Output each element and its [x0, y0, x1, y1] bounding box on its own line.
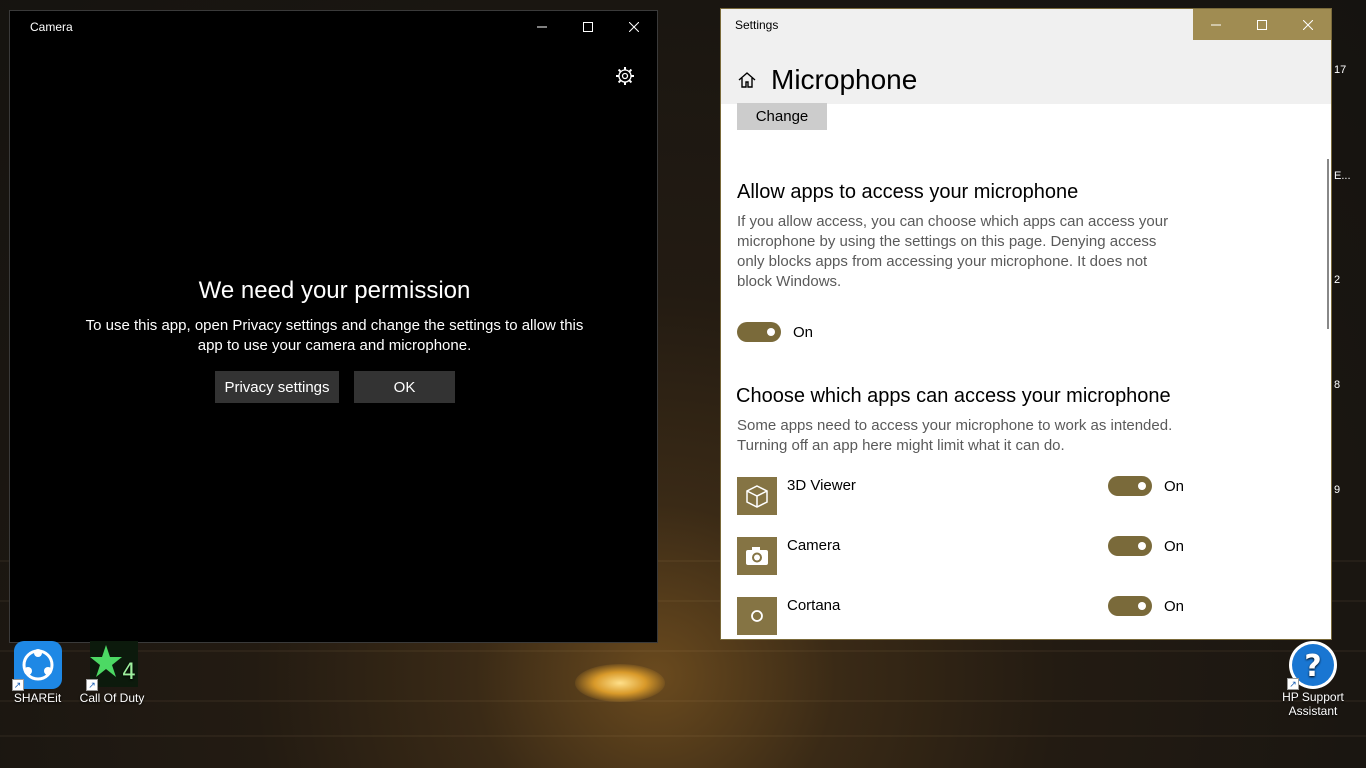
desktop-edge-label: 8 — [1334, 379, 1341, 391]
description-line: If you allow access, you can choose whic… — [737, 213, 1169, 230]
description-line: Turning off an app here might limit what… — [737, 437, 1065, 454]
desktop-icon-label: Assistant — [1288, 704, 1338, 718]
shortcut-arrow-icon: ↗ — [11, 679, 24, 691]
cortana-circle-icon — [737, 597, 777, 635]
shortcut-arrow-icon: ↗ — [1287, 678, 1299, 690]
close-icon — [1303, 19, 1313, 30]
desktop-edge-label: 9 — [1334, 484, 1341, 496]
shareit-icon: ↗ — [11, 641, 64, 691]
cube-icon — [737, 477, 777, 515]
close-button[interactable] — [1285, 9, 1331, 40]
maximize-button[interactable] — [565, 11, 611, 43]
call-of-duty-icon: 4 ↗ — [86, 641, 138, 691]
maximize-button[interactable] — [1239, 9, 1285, 40]
camera-icon — [737, 537, 777, 575]
app-toggle-cortana[interactable] — [1108, 596, 1152, 616]
minimize-icon — [537, 26, 547, 28]
app-toggle-label: On — [1164, 598, 1185, 615]
permission-text-line: To use this app, open Privacy settings a… — [85, 317, 584, 334]
close-icon — [629, 22, 639, 32]
settings-page-header: Microphone — [721, 40, 1331, 104]
permission-text-line: app to use your camera and microphone. — [197, 337, 472, 354]
desktop-icon-label: HP Support — [1282, 690, 1344, 704]
camera-window-controls — [519, 11, 657, 43]
help-icon: ? ↗ — [1287, 640, 1339, 690]
description-line: block Windows. — [737, 273, 842, 290]
allow-access-toggle-label: On — [793, 324, 814, 341]
allow-access-description: If you allow access, you can choose whic… — [737, 212, 1177, 292]
allow-access-heading: Allow apps to access your microphone — [737, 181, 1079, 203]
desktop-edge-label: 17 — [1334, 64, 1347, 76]
app-toggle-camera[interactable] — [1108, 536, 1152, 556]
settings-titlebar: Settings — [721, 9, 1331, 40]
change-button[interactable]: Change — [737, 103, 827, 130]
desktop-icon-label: Call Of Duty — [79, 691, 145, 705]
minimize-icon — [1211, 24, 1221, 25]
app-name: 3D Viewer — [787, 477, 856, 494]
choose-apps-description: Some apps need to access your microphone… — [737, 416, 1207, 456]
desktop-icon-shareit[interactable]: ↗ SHAREit — [10, 641, 65, 705]
settings-gear-icon[interactable] — [615, 66, 635, 86]
maximize-icon — [583, 22, 593, 32]
desktop-edge-label: 2 — [1334, 274, 1341, 286]
desktop-edge-label: E... — [1334, 170, 1351, 182]
choose-apps-heading: Choose which apps can access your microp… — [736, 385, 1171, 407]
desktop-icon-call-of-duty[interactable]: 4 ↗ Call Of Duty — [78, 641, 146, 705]
desktop-icon-label: SHAREit — [13, 691, 62, 705]
scrollbar[interactable] — [1327, 159, 1329, 329]
camera-window: Camera We need your permission To use th… — [9, 10, 658, 643]
camera-window-title: Camera — [30, 20, 73, 34]
app-toggle-3d-viewer[interactable] — [1108, 476, 1152, 496]
minimize-button[interactable] — [1193, 9, 1239, 40]
minimize-button[interactable] — [519, 11, 565, 43]
allow-access-toggle[interactable] — [737, 322, 781, 342]
desktop-icon-hp-support[interactable]: ? ↗ HP Support Assistant — [1276, 640, 1350, 718]
sun-reflection — [575, 664, 665, 702]
maximize-icon — [1257, 19, 1267, 30]
settings-window-controls — [1193, 9, 1331, 40]
description-line: microphone by using the settings on this… — [737, 233, 1157, 250]
svg-text:4: 4 — [122, 660, 136, 685]
privacy-settings-button[interactable]: Privacy settings — [215, 371, 339, 403]
app-name: Camera — [787, 537, 841, 554]
app-name: Cortana — [787, 597, 841, 614]
settings-window-title: Settings — [735, 18, 779, 32]
home-icon[interactable] — [737, 70, 757, 90]
permission-text: To use this app, open Privacy settings a… — [10, 316, 659, 356]
description-line: only blocks apps from accessing your mic… — [737, 253, 1148, 270]
ok-button[interactable]: OK — [354, 371, 455, 403]
close-button[interactable] — [611, 11, 657, 43]
app-toggle-label: On — [1164, 538, 1185, 555]
page-title: Microphone — [771, 64, 918, 95]
permission-title: We need your permission — [198, 277, 471, 304]
description-line: Some apps need to access your microphone… — [737, 417, 1173, 434]
settings-window: Settings Microphone Change Allow apps to… — [720, 8, 1332, 640]
app-toggle-label: On — [1164, 478, 1185, 495]
svg-text:?: ? — [1304, 649, 1321, 684]
shortcut-arrow-icon: ↗ — [86, 679, 98, 691]
